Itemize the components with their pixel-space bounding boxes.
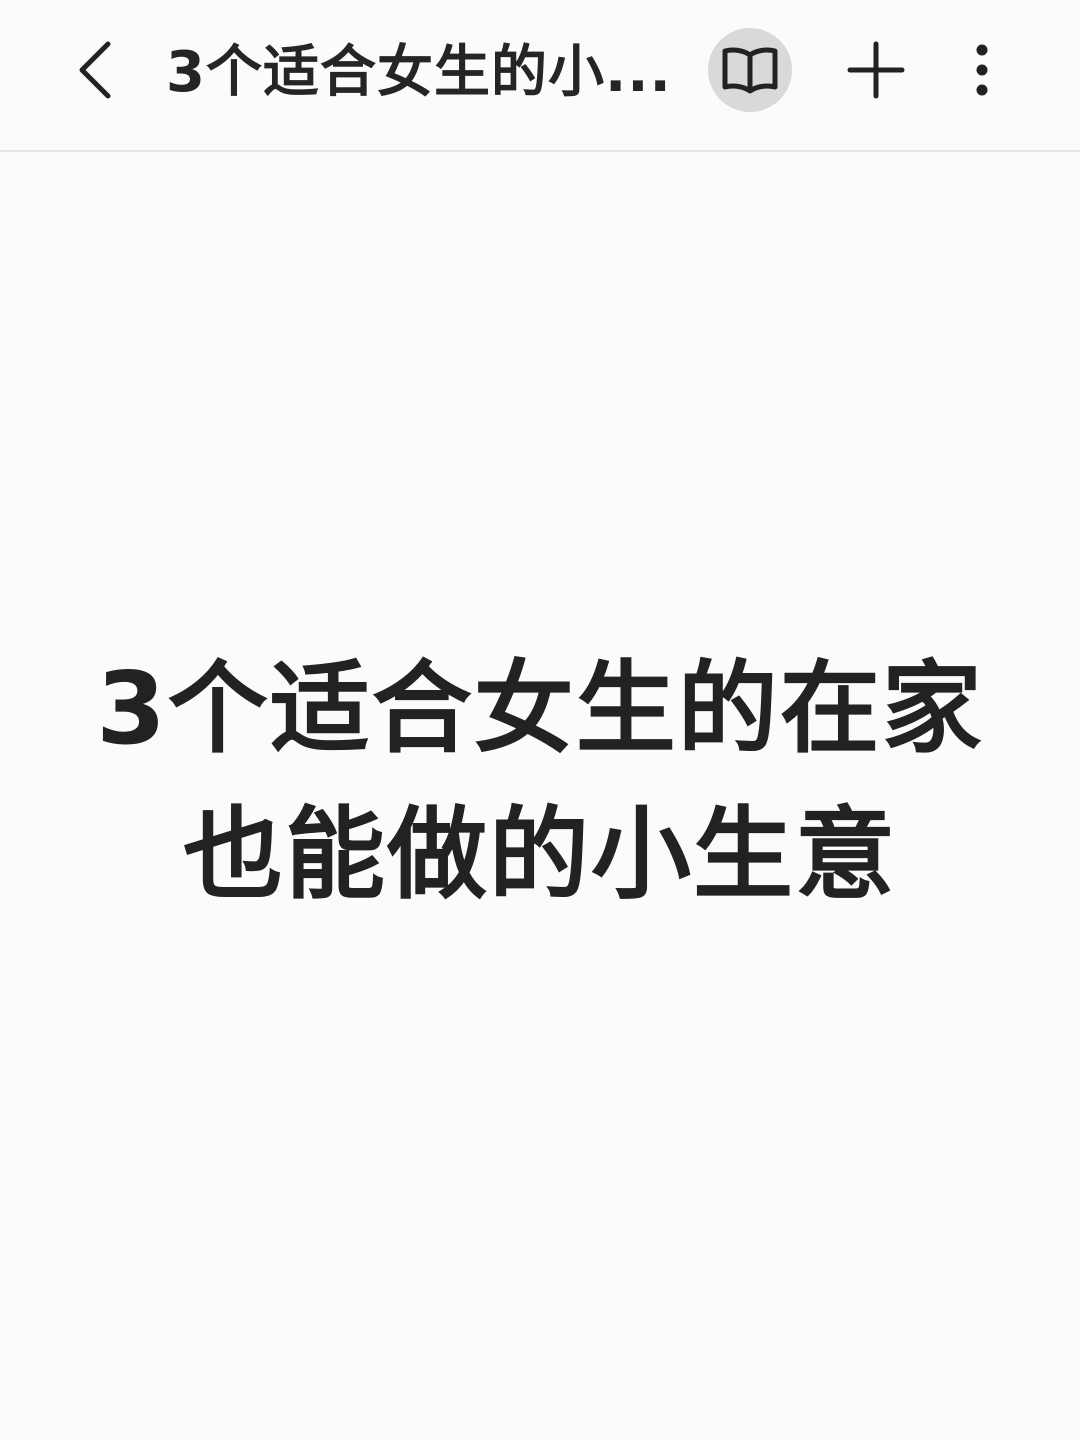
note-title: 3个适合女生的小... — [166, 40, 672, 105]
open-book-icon — [722, 47, 778, 94]
add-button[interactable] — [838, 32, 914, 108]
top-app-bar: 3个适合女生的小... — [0, 0, 1080, 152]
headline-line-2: 也能做的小生意 — [183, 796, 897, 913]
back-button[interactable] — [56, 30, 132, 110]
more-options-button[interactable] — [952, 32, 1012, 108]
reader-mode-button[interactable] — [708, 28, 792, 112]
more-vertical-icon — [976, 44, 988, 96]
chevron-left-icon — [79, 41, 111, 99]
note-headline: 3个适合女生的在家 也能做的小生意 — [60, 636, 1020, 928]
headline-line-1: 3个适合女生的在家 — [96, 650, 984, 767]
note-content: 3个适合女生的在家 也能做的小生意 — [0, 152, 1080, 1440]
plus-icon — [847, 41, 905, 99]
